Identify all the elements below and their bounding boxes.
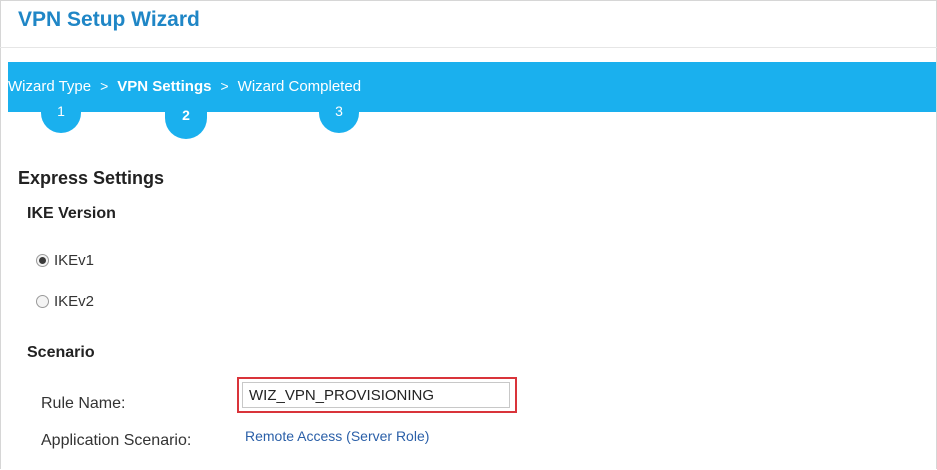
- scenario-heading: Scenario: [27, 344, 95, 361]
- ikev1-radio[interactable]: [36, 254, 49, 267]
- step-separator: >: [220, 78, 229, 94]
- rule-name-label: Rule Name:: [41, 395, 126, 412]
- page-title: VPN Setup Wizard: [18, 8, 200, 31]
- ikev2-radio[interactable]: [36, 295, 49, 308]
- step-label-vpn-settings: VPN Settings: [117, 78, 212, 95]
- step-label-wizard-completed: Wizard Completed: [237, 78, 362, 95]
- ike-version-heading: IKE Version: [27, 205, 116, 222]
- step-breadcrumb: Wizard Type > VPN Settings > Wizard Complete…: [8, 78, 361, 95]
- application-scenario-label: Application Scenario:: [41, 432, 192, 449]
- step-label-wizard-type: Wizard Type: [8, 78, 92, 95]
- ikev2-label: IKEv2: [54, 293, 95, 310]
- rule-name-highlight: [237, 377, 517, 413]
- ikev1-label: IKEv1: [54, 252, 95, 269]
- rule-name-input[interactable]: [242, 382, 510, 408]
- express-settings-heading: Express Settings: [18, 168, 165, 188]
- ikev1-option[interactable]: IKEv1: [36, 252, 94, 269]
- application-scenario-link[interactable]: Remote Access (Server Role): [245, 428, 429, 444]
- step-separator: >: [100, 78, 109, 94]
- title-divider: [0, 47, 937, 48]
- ikev2-option[interactable]: IKEv2: [36, 293, 94, 310]
